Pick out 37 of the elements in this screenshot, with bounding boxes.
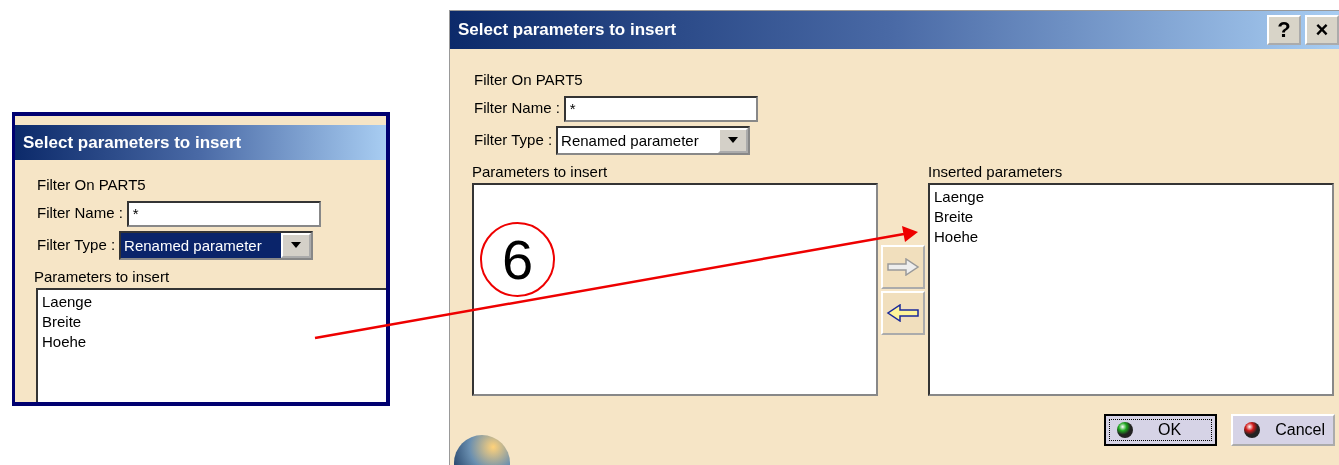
list-item[interactable]: Hoehe — [934, 227, 1328, 247]
field-label: Filter Type : — [474, 129, 553, 150]
filter-name-field[interactable]: * — [126, 200, 321, 227]
inserted-list[interactable]: Laenge Breite Hoehe — [928, 183, 1334, 396]
dialog-title: Select parameters to insert — [458, 19, 678, 42]
list-label: Parameters to insert — [34, 266, 171, 287]
step-marker: 6 — [480, 222, 555, 297]
parameter-list[interactable]: Laenge Breite Hoehe — [36, 288, 386, 402]
ok-button[interactable]: OK — [1104, 414, 1218, 446]
globe-drawing — [454, 435, 510, 465]
filter-label: Filter On PART5 — [37, 175, 147, 195]
dropdown-caret-icon[interactable] — [281, 232, 312, 258]
field-label: Filter Name : — [474, 98, 560, 119]
cancel-button[interactable]: Cancel — [1231, 414, 1335, 446]
field-label: Filter Type : — [37, 234, 116, 255]
help-button[interactable]: ? — [1267, 15, 1301, 45]
parameter-list[interactable] — [472, 183, 878, 396]
list-item[interactable]: Laenge — [934, 187, 1328, 207]
list-label: Inserted parameters — [928, 161, 1064, 182]
confirm-ball-icon — [1116, 421, 1135, 439]
field-label: Filter Name : — [37, 203, 123, 224]
filter-type-dropdown[interactable]: Renamed parameter — [556, 125, 751, 155]
dialog-title: Select parameters to insert — [15, 125, 386, 160]
remove-arrow-button[interactable] — [881, 290, 925, 335]
cancel-ball-icon — [1243, 421, 1262, 439]
filter-name-field[interactable]: * — [563, 95, 758, 122]
list-item[interactable]: Breite — [934, 207, 1328, 227]
list-label: Parameters to insert — [472, 161, 609, 182]
left-arrow-icon — [886, 303, 920, 322]
list-item[interactable]: Laenge — [42, 292, 386, 312]
filter-label: Filter On PART5 — [474, 70, 584, 90]
right-arrow-icon — [886, 257, 920, 276]
filter-type-dropdown[interactable]: Renamed parameter — [119, 230, 314, 260]
dropdown-caret-icon[interactable] — [718, 127, 749, 153]
close-button[interactable]: × — [1305, 15, 1339, 45]
list-item[interactable]: Hoehe — [42, 332, 386, 352]
list-item[interactable]: Breite — [42, 312, 386, 332]
